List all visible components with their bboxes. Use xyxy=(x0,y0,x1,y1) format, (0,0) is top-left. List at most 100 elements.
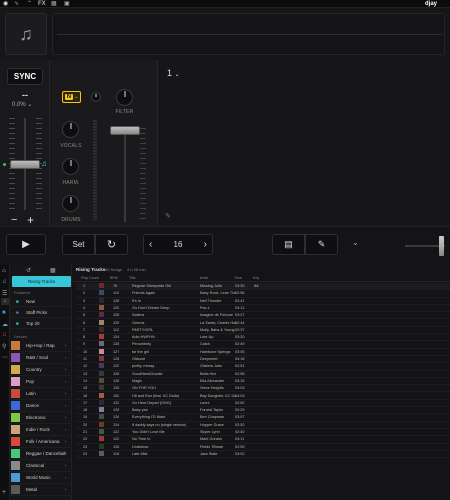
library-search-icon[interactable]: ⚲ xyxy=(2,343,6,350)
library-music-icon[interactable]: ♫ xyxy=(2,279,7,285)
sidebar-item-genre[interactable]: Country › xyxy=(10,364,72,376)
drums-knob[interactable] xyxy=(62,195,79,212)
table-row[interactable]: 4 120 Go Don't Dream Deep Pav-1 03:12 xyxy=(76,304,450,313)
crossfader-thumb[interactable] xyxy=(439,236,444,256)
table-row[interactable]: 11 128 Oldcore Deepmeet 03:18 xyxy=(76,356,450,364)
library-more-icon[interactable]: ⋯ xyxy=(2,354,8,361)
pitch-fader-thumb[interactable] xyxy=(10,160,40,169)
sidebar-item-featured[interactable]: ■ New xyxy=(10,296,72,307)
record-icon[interactable]: ◉ xyxy=(3,0,8,8)
sync-button[interactable]: SYNC xyxy=(7,68,43,85)
table-row[interactable]: 16 100 Hit and Run (feat. KC Dolla) Bay Dau… xyxy=(76,392,450,400)
table-row[interactable]: 6 125 Greens La Santa, Charlie Hunter02:44 xyxy=(76,319,450,327)
fx-tab[interactable]: FX xyxy=(38,0,46,8)
deck-number[interactable]: 1 ⌄ xyxy=(167,68,180,78)
pitch-plus-button[interactable]: + xyxy=(27,213,34,227)
row-title: You Didn't Love Me xyxy=(132,430,165,434)
table-row[interactable]: 5 128 Satiera Imagine de Fortune 03:27 xyxy=(76,312,450,320)
sidebar-item-genre[interactable]: R&B / Soul › xyxy=(10,352,72,364)
row-time: 03:07 xyxy=(235,415,245,420)
pitch-minus-button[interactable]: − xyxy=(11,214,17,226)
table-row[interactable]: 9 126 Penumbrity Catch 02:49 xyxy=(76,341,450,349)
sidebar-item-genre[interactable]: Indie / Rock › xyxy=(10,424,72,436)
table-row[interactable]: 12 120 pretty, messy Glisters Jobs 02:51 xyxy=(76,363,450,371)
table-row[interactable]: 22 120 No Time In Mark Gordon 03:11 xyxy=(76,436,450,444)
loop-prev-button[interactable]: ‹ xyxy=(149,239,152,250)
sidebar-item-genre[interactable]: Reggae / Dancehall › xyxy=(10,448,72,460)
pitch-readout[interactable]: 0.0% ⌄ xyxy=(12,101,42,108)
sidebar-back-icon[interactable]: ↺ xyxy=(26,267,31,274)
sidebar-item-genre[interactable]: Dance › xyxy=(10,400,72,412)
sidebar-item-genre[interactable]: Latin › xyxy=(10,388,72,400)
vocals-knob[interactable] xyxy=(62,121,79,138)
sidebar-grid-icon[interactable]: ▦ xyxy=(50,267,56,274)
column-key[interactable]: Key xyxy=(253,276,259,280)
loop-next-button[interactable]: › xyxy=(204,239,207,250)
table-row[interactable]: 15 126 ON FOR YOU Steve Heights 03:03 xyxy=(76,385,450,393)
table-row[interactable]: 24 118 Late Mist Jack Slate 03:02 xyxy=(76,450,450,459)
neural-mix-toggle[interactable]: N ⌄ xyxy=(62,91,81,103)
table-row[interactable]: 14 126 Magic Ella Alexander 03:15 xyxy=(76,377,450,386)
table-row[interactable]: 13 128 GoodNeedGoodie Bella Hex 02:58 xyxy=(76,370,450,378)
filter-knob[interactable] xyxy=(116,89,133,106)
sampler-icon[interactable]: ▦ xyxy=(51,0,57,8)
library-folder-icon[interactable]: ■ xyxy=(2,310,6,316)
artwork-slot[interactable]: ♫ xyxy=(5,13,47,55)
track-artwork xyxy=(99,399,104,405)
library-home-icon[interactable]: ⌂ xyxy=(2,268,6,274)
column-play-count[interactable]: Play Count xyxy=(81,276,99,280)
library-cloud-icon[interactable]: ☁ xyxy=(2,321,8,328)
waveform-overview[interactable] xyxy=(52,13,445,55)
volume-fader-thumb[interactable] xyxy=(110,126,140,135)
sidebar-item-genre[interactable]: Folk / Americana › xyxy=(10,436,72,448)
play-button[interactable]: ▶ xyxy=(6,234,46,255)
skip-button[interactable]: ↻ xyxy=(95,234,128,255)
table-row[interactable]: 19 126 Everything I'D Want Ben Chapman 03:07 xyxy=(76,414,450,422)
waveform-icon[interactable]: ∿ xyxy=(14,0,19,8)
table-row[interactable]: 2 110 Friends Again Baby Rock, Lean Thunder… xyxy=(76,290,450,298)
layout-icon[interactable]: ▣ xyxy=(64,0,70,8)
sidebar-item-genre[interactable]: Classical › xyxy=(10,460,72,472)
chevron-down-icon[interactable]: ⌄ xyxy=(352,238,359,247)
pitch-bend-icon[interactable]: ♫ xyxy=(41,159,47,168)
automix-icon[interactable]: ⌃ xyxy=(27,0,32,8)
table-row[interactable]: 8 124 Adio HWFHN Lute-Up 03:20 xyxy=(76,334,450,342)
library-apple-icon[interactable]: ♫ xyxy=(2,332,7,338)
library-playlist-icon[interactable]: ☰ xyxy=(2,290,7,297)
column-bpm[interactable]: BPM xyxy=(110,276,118,280)
table-row[interactable]: 3 128 It's In Neil Thunder 02:41 xyxy=(76,297,450,305)
table-row[interactable]: 7 112 PARTYGIRL Molly, Babs & Young 02:37 xyxy=(76,326,450,335)
table-row[interactable]: 23 126 Undertow Fields Tillman 02:59 xyxy=(76,443,450,451)
table-row[interactable]: 21 122 You Didn't Love Me Skyler Lynn 02:40 xyxy=(76,429,450,437)
sidebar-item-rising-tracks[interactable]: Rising Tracks xyxy=(12,276,71,287)
library-download-icon[interactable]: ↓ xyxy=(1,298,9,305)
row-time: 03:05 xyxy=(235,349,245,354)
sidebar-item-featured[interactable]: ■ Top 20 xyxy=(10,318,72,329)
library-add-icon[interactable]: + xyxy=(2,489,6,496)
set-cue-button[interactable]: Set xyxy=(62,234,95,255)
sidebar-item-genre[interactable]: Electronic › xyxy=(10,412,72,424)
column-artist[interactable]: Artist xyxy=(200,276,208,280)
edit-pencil-icon[interactable]: ✎ xyxy=(165,212,171,220)
track-artwork xyxy=(99,283,104,288)
sidebar-item-featured[interactable]: ■ Staff Picks xyxy=(10,307,72,318)
track-artwork xyxy=(99,363,104,369)
row-time: 02:58 xyxy=(235,371,245,376)
crossfader[interactable] xyxy=(405,236,445,256)
sidebar-item-genre[interactable]: Hip-Hop / Rap › xyxy=(10,340,72,352)
gain-knob[interactable] xyxy=(91,92,101,102)
table-row[interactable]: 17 122 Go Here Depart (ONG) Lenni 02:52 xyxy=(76,399,450,408)
library-header: Rising Tracks 80 Songs 4 h 28 min xyxy=(72,265,450,275)
table-row[interactable]: 20 124 If daddy says no (single version) Ho… xyxy=(76,421,450,429)
table-row[interactable]: 18 128 Baby yes Forrest Taylor 02:29 xyxy=(76,407,450,415)
sidebar-item-genre[interactable]: Metal › xyxy=(10,484,72,496)
microphone-button[interactable]: ✎ xyxy=(305,234,338,255)
column-title[interactable]: Title xyxy=(129,276,136,280)
column-time[interactable]: Time xyxy=(234,276,242,280)
sidebar-item-genre[interactable]: Pop › xyxy=(10,376,72,388)
keyboard-button[interactable]: ▤ xyxy=(272,234,305,255)
sidebar-item-genre[interactable]: World Music › xyxy=(10,472,72,484)
table-row[interactable]: 10 127 far the girl Hambone Springs 03:05 xyxy=(76,348,450,356)
table-row[interactable]: 1 76 Regular Sheepside Girl Missing Jolla 03… xyxy=(76,283,450,291)
harmonic-knob[interactable] xyxy=(62,158,79,175)
